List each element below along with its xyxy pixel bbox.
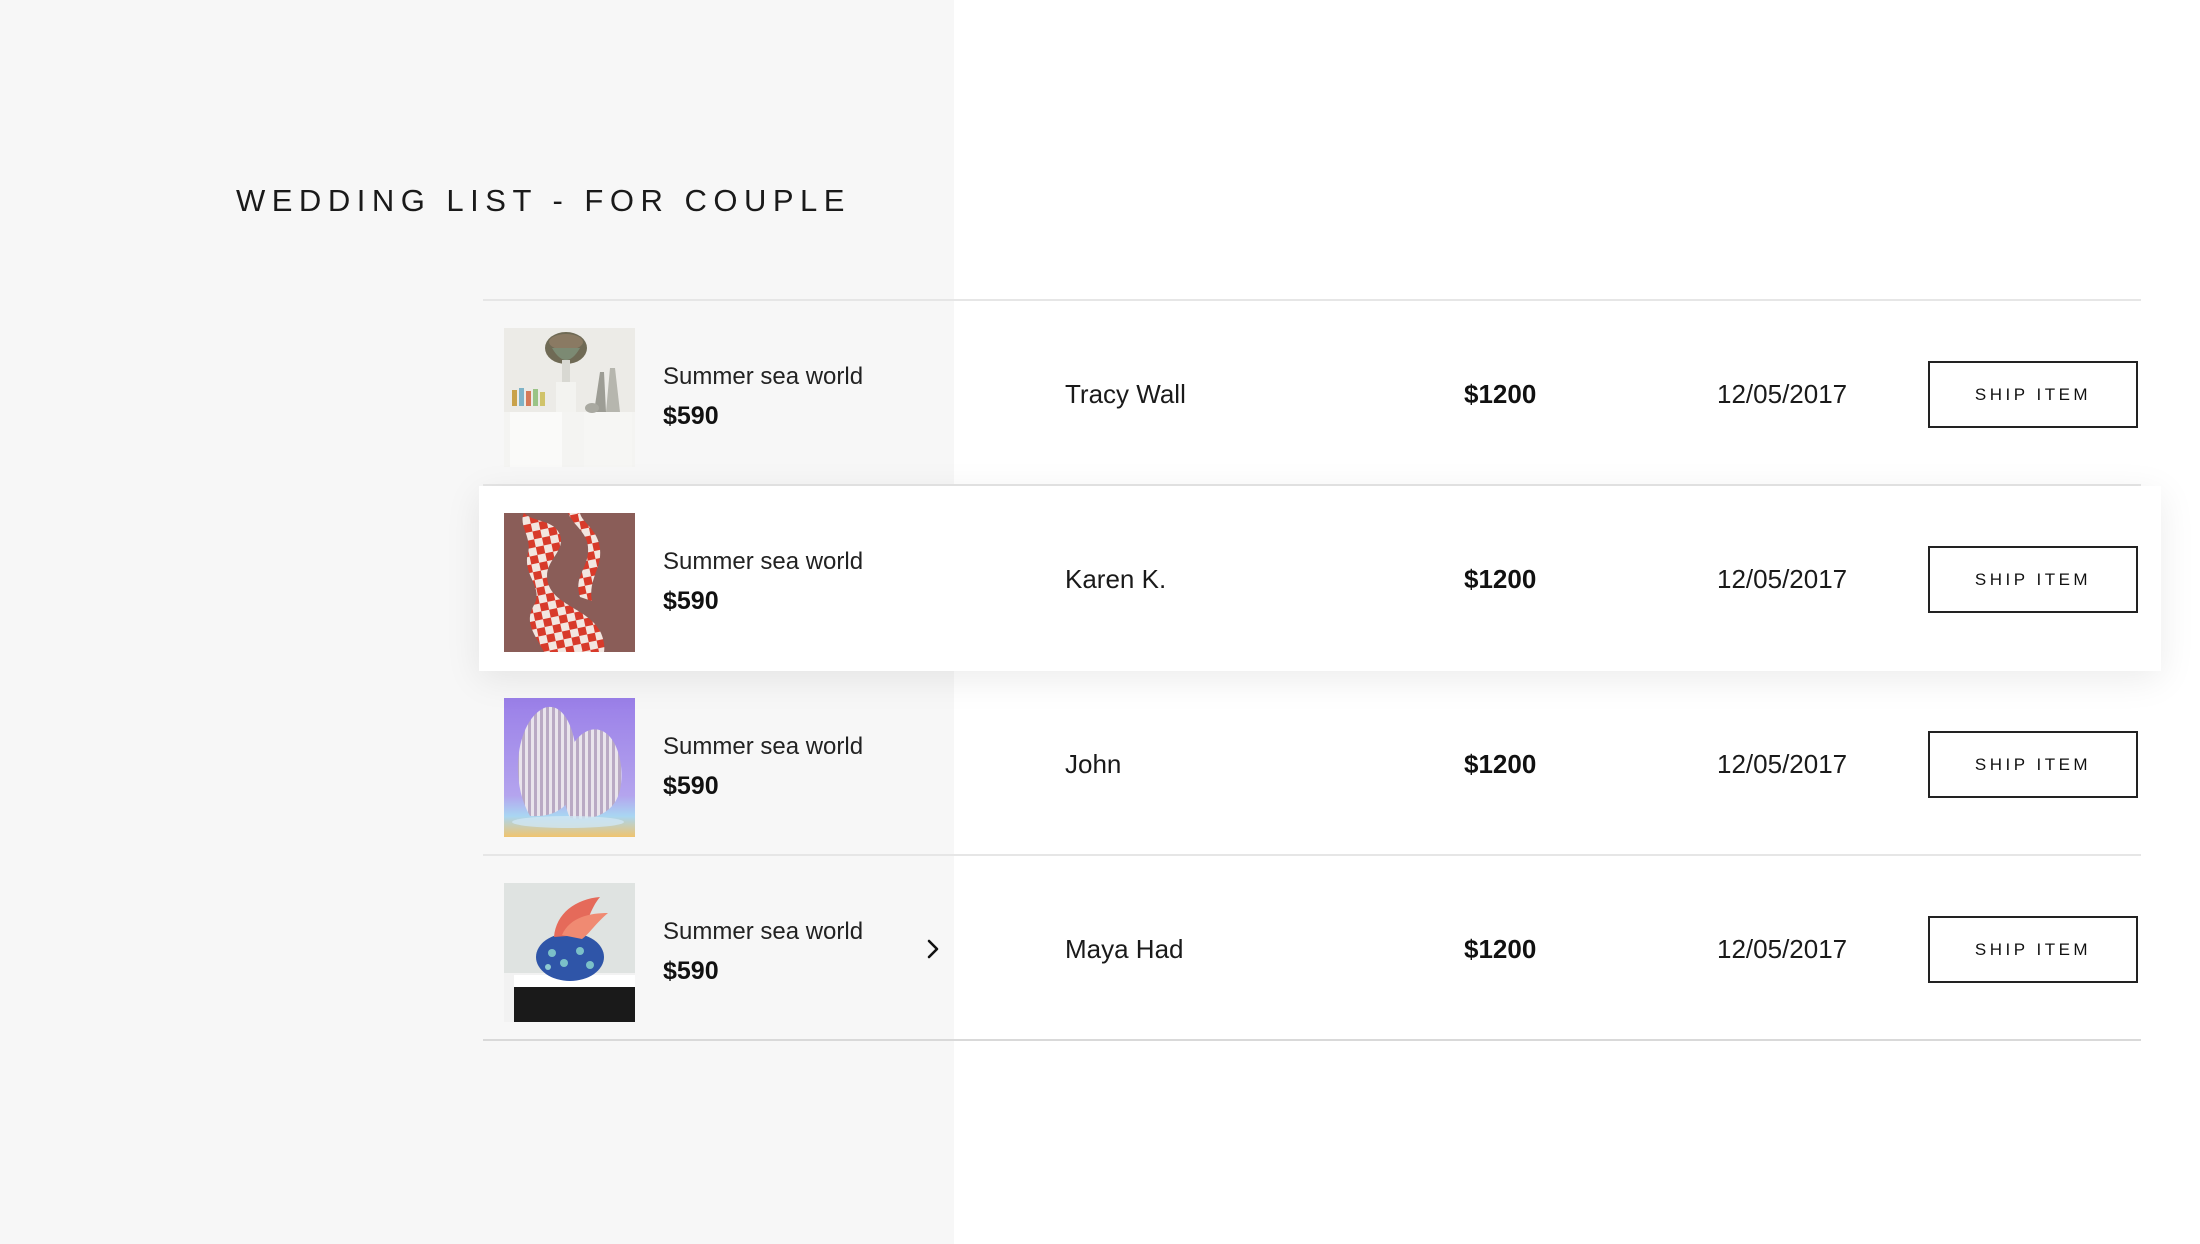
chevron-right-icon[interactable]: [918, 934, 948, 964]
gift-date: 12/05/2017: [1717, 934, 1848, 964]
item-name: Summer sea world: [663, 548, 864, 575]
item-price: $590: [663, 957, 719, 985]
gift-amount: $1200: [1464, 379, 1537, 409]
table-row[interactable]: Summer sea world $590 John $1200 12/05/2…: [483, 671, 2141, 856]
item-name: Summer sea world: [663, 918, 864, 945]
item-price: $590: [663, 587, 719, 615]
product-thumbnail[interactable]: [504, 883, 635, 1022]
gift-amount: $1200: [1464, 934, 1537, 964]
product-thumbnail[interactable]: [504, 328, 635, 467]
item-price: $590: [663, 402, 719, 430]
guest-name: Karen K.: [1065, 564, 1167, 594]
table-row[interactable]: Summer sea world $590 Karen K. $1200 12/…: [479, 486, 2161, 671]
gift-amount: $1200: [1464, 749, 1537, 779]
guest-name: Tracy Wall: [1065, 379, 1186, 409]
table-row[interactable]: Summer sea world $590 Tracy Wall $1200 1…: [483, 301, 2141, 486]
gift-date: 12/05/2017: [1717, 749, 1848, 779]
item-name: Summer sea world: [663, 363, 864, 390]
gift-date: 12/05/2017: [1717, 379, 1848, 409]
item-price: $590: [663, 772, 719, 800]
product-thumbnail[interactable]: [504, 513, 635, 652]
product-thumbnail[interactable]: [504, 698, 635, 837]
table-row[interactable]: Summer sea world $590 Maya Had $1200 12/…: [483, 856, 2141, 1041]
guest-name: Maya Had: [1065, 934, 1184, 964]
gift-date: 12/05/2017: [1717, 564, 1848, 594]
ship-item-button[interactable]: SHIP ITEM: [1928, 361, 2138, 428]
ship-item-button[interactable]: SHIP ITEM: [1928, 731, 2138, 798]
wedding-list-table: Summer sea world $590 Tracy Wall $1200 1…: [479, 299, 2161, 1041]
item-name: Summer sea world: [663, 733, 864, 760]
guest-name: John: [1065, 749, 1122, 779]
ship-item-button[interactable]: SHIP ITEM: [1928, 916, 2138, 983]
ship-item-button[interactable]: SHIP ITEM: [1928, 546, 2138, 613]
page-title: WEDDING LIST - FOR COUPLE: [236, 183, 851, 218]
gift-amount: $1200: [1464, 564, 1537, 594]
